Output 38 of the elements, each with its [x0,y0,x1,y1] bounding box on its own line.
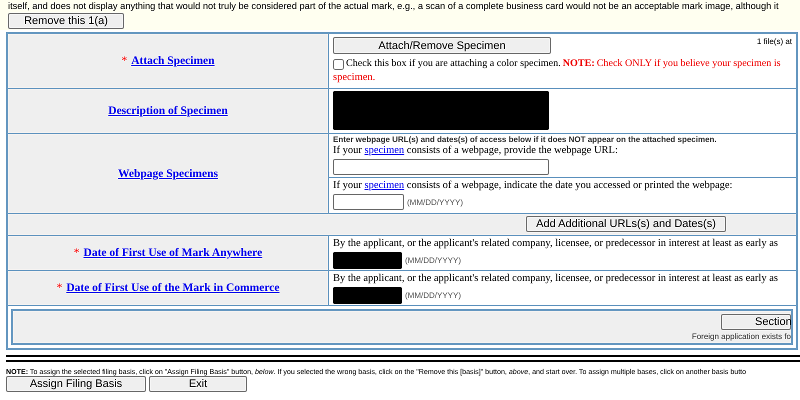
add-urls-button[interactable]: Add Additional URLs(s) and Dates(s) [526,216,726,232]
footer-button[interactable]: Exit [149,376,247,392]
field-label-link[interactable]: Description of Specimen [108,105,228,117]
url-input-field[interactable] [333,159,549,175]
remove-button[interactable]: Remove this 1(a) [8,13,124,29]
intro-text: itself, and does not display anything that would not truly be considered part of the actual mark, e.g., a scan of a complete business card would not be an acceptable mark image, although it [8,0,780,13]
required-asterisk: * [74,247,80,259]
date-format-hint: (MM/DD/YYYY) [407,198,463,206]
attach-specimen-button[interactable]: Attach/Remove Specimen [333,37,551,54]
footer-button[interactable]: Assign Filing Basis [6,376,146,392]
field-label-link[interactable]: Date of First Use of Mark Anywhere [84,247,262,259]
note-text: specimen. [333,71,376,85]
color-specimen-checkbox[interactable] [333,58,344,70]
note-text: Check ONLY if you believe your specimen is [596,57,781,71]
field-label-link[interactable]: Webpage Specimens [118,168,218,180]
first-use-text: By the applicant, or the applicant's related company, licensee, or predecessor in interest at least as early as [333,272,779,285]
first-use-text: By the applicant, or the applicant's related company, licensee, or predecessor in interest at least as early as [333,237,779,250]
url-prompt: consists of a webpage, provide the webpage URL: [406,145,618,156]
note-label: NOTE: [562,57,595,71]
redacted-date-field [333,287,402,304]
required-asterisk: * [56,282,62,294]
checkbox-label: Check this box if you are attaching a color specimen. [346,57,561,71]
field-label-link[interactable]: Attach Specimen [131,55,215,67]
field-label-link[interactable]: Date of First Use of the Mark in Commerce [66,282,280,294]
foreign-application-note: Foreign application exists fo [692,332,791,341]
specimen-link[interactable]: specimen [364,180,404,191]
date-input-field[interactable] [333,194,404,210]
date-prompt: consists of a webpage, indicate the date you accessed or printed the webpage: [406,180,732,191]
file-count: 1 file(s) at [756,37,792,46]
url-prompt: If your [333,145,362,156]
webpage-hint: Enter webpage URL(s) and dates(s) of access below if it does NOT appear on the attached specimen. [333,135,718,144]
required-asterisk: * [121,55,128,67]
section-button[interactable]: Section [721,314,791,330]
date-format-hint: (MM/DD/YYYY) [405,291,461,300]
date-prompt: If your [333,180,362,191]
specimen-link[interactable]: specimen [364,145,404,156]
redacted-date-field [333,252,402,269]
date-format-hint: (MM/DD/YYYY) [405,256,461,265]
